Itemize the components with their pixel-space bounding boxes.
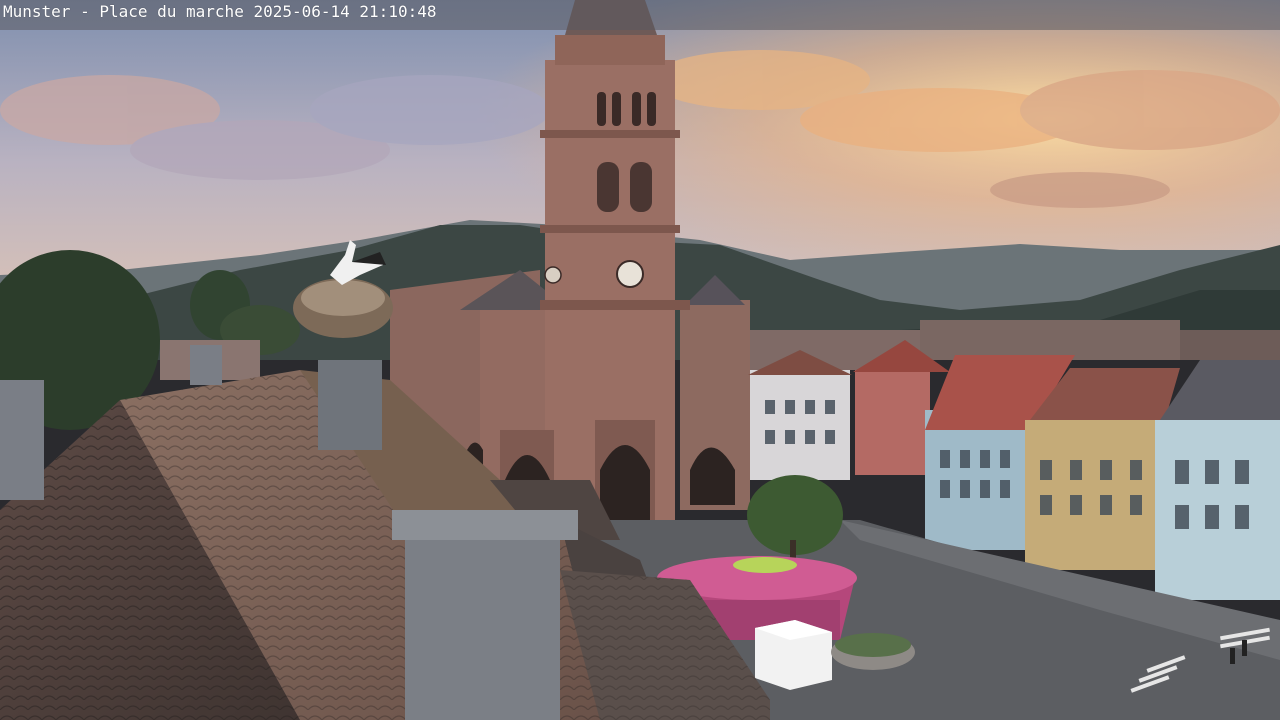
- kiosk: [755, 620, 832, 690]
- clock-icon: [616, 260, 644, 288]
- webcam-image: [0, 0, 1280, 720]
- chimney-stork: [318, 360, 382, 450]
- webcam-caption: Munster - Place du marche 2025-06-14 21:…: [3, 2, 437, 21]
- chimney-front: [405, 520, 560, 720]
